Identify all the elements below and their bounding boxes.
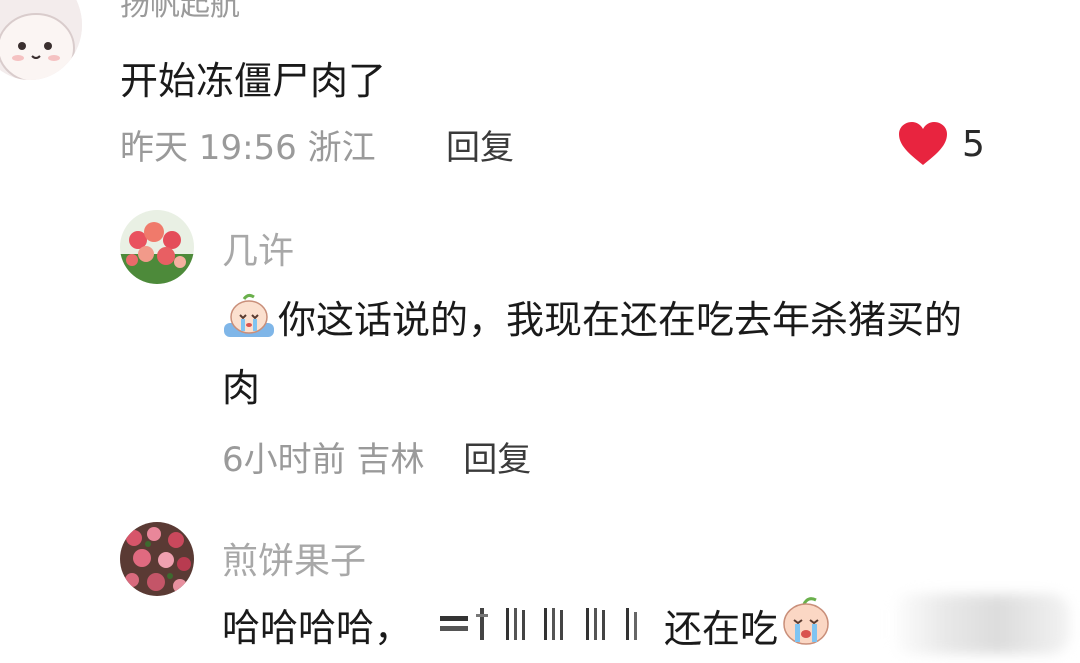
- like-button[interactable]: 5: [898, 118, 985, 170]
- avatar[interactable]: [120, 522, 194, 596]
- reply-meta: 6小时前 吉林 回复: [222, 432, 531, 481]
- comment-time: 昨天 19:56: [120, 128, 297, 168]
- reply-text-suffix: 还在吃: [664, 607, 779, 651]
- crying-emoji-icon: [783, 597, 829, 645]
- comment-location: 浙江: [307, 128, 376, 168]
- reply-button[interactable]: 回复: [463, 440, 531, 480]
- like-count: 5: [962, 123, 985, 165]
- reply-username[interactable]: 煎饼果子: [222, 532, 366, 584]
- reply-time: 6小时前: [222, 440, 346, 480]
- reply-username[interactable]: 几许: [222, 222, 294, 274]
- reply-text-line2: 肉: [222, 366, 261, 410]
- heart-icon: [899, 122, 947, 165]
- crying-emoji-icon: [224, 293, 274, 337]
- reply-text: 哈哈哈哈，: [222, 596, 412, 660]
- avatar[interactable]: [0, 0, 82, 80]
- reply-text-line1: 你这话说的，我现在还在吃去年杀猪买的: [278, 298, 963, 342]
- reply-text: 你这话说的，我现在还在吃去年杀猪买的: [222, 288, 962, 352]
- avatar[interactable]: [120, 210, 194, 284]
- comment-username[interactable]: 扬帆起航: [120, 0, 240, 24]
- flower-avatar-icon: [120, 522, 194, 596]
- cartoon-avatar-icon: [0, 0, 82, 80]
- reply-location: 吉林: [356, 440, 425, 480]
- comment-text: 开始冻僵尸肉了: [120, 59, 387, 103]
- reply-button[interactable]: 回复: [446, 120, 514, 169]
- reply-text-prefix: 哈哈哈哈，: [222, 606, 413, 650]
- comment-meta: 昨天 19:56 浙江: [120, 120, 376, 169]
- redacted-text: [440, 608, 637, 640]
- flower-avatar-icon: [120, 210, 194, 284]
- reply-text-suffix-wrap: 还在吃: [664, 596, 836, 661]
- blurred-region: [890, 594, 1070, 654]
